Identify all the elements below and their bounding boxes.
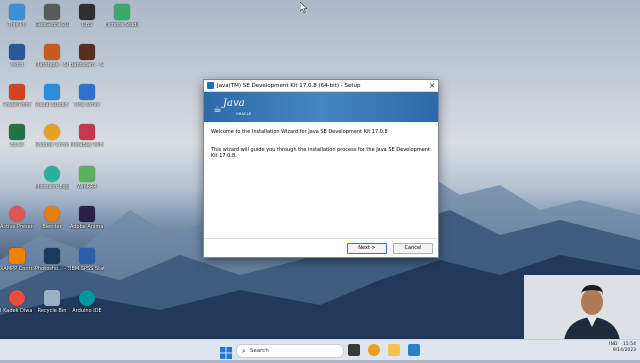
metabay-icon	[79, 124, 95, 140]
desktop-icon-vscode[interactable]: Visual Studio Code	[35, 84, 69, 108]
word-icon	[9, 44, 25, 60]
desktop-icon-metabay[interactable]: MetaBay Windows	[70, 124, 104, 148]
chrome-icon	[44, 124, 60, 140]
desktop-icon-geogebra[interactable]: GeoGebra 2023 Edition	[35, 4, 69, 28]
animate-icon	[79, 206, 95, 222]
computer-icon	[9, 4, 25, 20]
spss-icon	[79, 248, 95, 264]
onedrive-icon	[79, 84, 95, 100]
mouse-cursor-icon	[300, 2, 308, 13]
recycle-bin-icon	[44, 290, 60, 306]
vscode-icon	[44, 84, 60, 100]
desktop-icon-spss[interactable]: IBM SPSS Statistics	[70, 248, 104, 272]
welcome-text: Welcome to the Installation Wizard for J…	[211, 129, 388, 135]
arduino-icon	[79, 290, 95, 306]
desktop-icon-word[interactable]: Word	[0, 44, 34, 68]
file-explorer-icon[interactable]	[388, 344, 400, 356]
blender-icon	[44, 206, 60, 222]
java-cup-icon: ☕	[213, 104, 222, 115]
desktop-icon-bandicam[interactable]: Bandicam - Shortcut	[70, 44, 104, 68]
search-placeholder: Search	[249, 348, 269, 354]
cancel-button[interactable]: Cancel	[393, 243, 433, 254]
setup-dialog: Java(TM) SE Development Kit 17.0.8 (64-b…	[203, 79, 439, 258]
system-tray: IND 15:54 9/14/2023	[609, 342, 636, 354]
desktop-icon-arduino[interactable]: Arduino IDE	[70, 290, 104, 314]
desktop-icon-excel[interactable]: Excel	[0, 124, 34, 148]
desktop-icon-activepresenter[interactable]: Active Presenter	[0, 206, 34, 230]
guide-text: This wizard will guide you through the i…	[211, 146, 430, 160]
desktop-icon-photoshop[interactable]: Photosho... - Shortcut	[35, 248, 69, 272]
language-indicator[interactable]: IND	[609, 342, 617, 347]
excel-icon	[9, 124, 25, 140]
clock-time[interactable]: 15:54	[623, 342, 636, 347]
edge-icon	[44, 166, 60, 182]
desktop-icon-blender[interactable]: Blender	[35, 206, 69, 230]
installer-icon	[207, 82, 214, 89]
desktop-icon-xampp[interactable]: XAMPP Contr...	[0, 248, 34, 272]
desktop-icon-obs[interactable]: OBS	[70, 4, 104, 28]
windows-start-icon	[220, 347, 232, 359]
dialog-body: Welcome to the Installation Wizard for J…	[204, 122, 438, 178]
java-logo-text: Java	[223, 98, 245, 109]
taskbar-search[interactable]: ⌕ Search	[236, 344, 344, 358]
desktop-icon-animate[interactable]: Adobe Animate	[70, 206, 104, 230]
desktop-icon-powerpoint[interactable]: PowerPoint	[0, 84, 34, 108]
clock-date[interactable]: 9/14/2023	[613, 348, 636, 353]
desktop-icon-onedrive[interactable]: One Drive	[70, 84, 104, 108]
desktop-icon-recycle-bin[interactable]: Recycle Bin	[35, 290, 69, 314]
obs-icon	[79, 4, 95, 20]
desktop-icon-user-folder[interactable]: I Kadek Diwa Anjayuyan...	[0, 290, 34, 314]
task-view-icon[interactable]	[348, 344, 360, 356]
oracle-logo-text: ORACLE	[236, 112, 252, 116]
photoshop-icon	[44, 248, 60, 264]
java-banner: ☕ Java ORACLE	[204, 92, 438, 122]
desktop-icon-edge[interactable]: Microsoft Edge	[35, 166, 69, 190]
next-button[interactable]: Next >	[347, 243, 387, 254]
presenter-image	[524, 275, 640, 340]
desktop-icon-winrar[interactable]: WinRAR	[70, 166, 104, 190]
dialog-title: Java(TM) SE Development Kit 17.0.8 (64-b…	[217, 82, 361, 89]
activepresenter-icon	[9, 206, 25, 222]
search-icon: ⌕	[242, 346, 246, 355]
start-button[interactable]	[220, 344, 232, 359]
taskbar: ⌕ Search IND 15:54 9/14/2023	[0, 339, 640, 360]
chrome-taskbar-icon[interactable]	[368, 344, 380, 356]
webcam-overlay	[524, 275, 640, 340]
dialog-titlebar[interactable]: Java(TM) SE Development Kit 17.0.8 (64-b…	[204, 80, 438, 92]
close-button[interactable]: ✕	[426, 82, 438, 90]
geogebra-icon	[44, 4, 60, 20]
java-setup-taskbar-icon[interactable]	[408, 344, 420, 356]
desktop-icon-chrome[interactable]: Kodular Chrome	[35, 124, 69, 148]
chrome-profile-icon	[9, 290, 25, 306]
bandicam-icon	[79, 44, 95, 60]
xampp-icon	[9, 248, 25, 264]
mathtype-icon	[44, 44, 60, 60]
desktop-icon-mathtype[interactable]: Mathtype - Shortcut	[35, 44, 69, 68]
desktop-icon-this-pc[interactable]: This PC	[0, 4, 34, 28]
footer-divider	[204, 238, 438, 239]
desktop-icon-filmora[interactable]: Filmora Studio	[105, 4, 139, 28]
winrar-icon	[79, 166, 95, 182]
java-logo: ☕ Java ORACLE	[213, 97, 251, 116]
powerpoint-icon	[9, 84, 25, 100]
filmora-icon	[114, 4, 130, 20]
